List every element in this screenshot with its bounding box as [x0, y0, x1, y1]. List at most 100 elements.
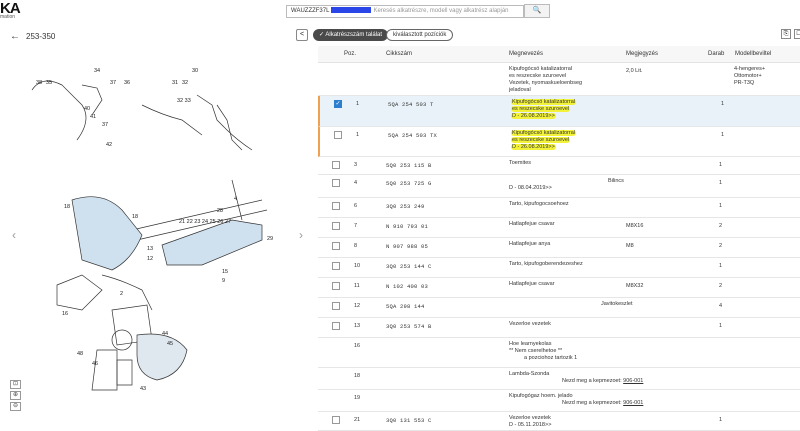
row-name-line: Javitokeszlet — [601, 301, 633, 307]
table-row[interactable]: 8 N 907 988 05 Hatlapfejue anya M8 2 — [318, 238, 800, 258]
row-checkbox[interactable] — [332, 262, 340, 270]
row-checkbox[interactable] — [332, 179, 340, 187]
row-pos: 10 — [354, 263, 361, 269]
row-note: 2,0 Lit. — [626, 68, 643, 74]
numbers-found-button[interactable]: ✓ Alkatrészszám találat — [313, 29, 389, 41]
row-pos: 11 — [354, 283, 360, 289]
row-checkbox[interactable] — [332, 416, 340, 424]
header-note: Megjegyzés — [626, 51, 659, 57]
row-pos: 4 — [354, 180, 358, 186]
callout-18: 18 — [64, 204, 70, 210]
row-qty: 1 — [721, 101, 725, 107]
table-row[interactable]: 7 N 910 793 01 Hatlapfejue csavar M8X16 2 — [318, 218, 800, 238]
zoom-out-icon[interactable]: ⊖ — [10, 402, 21, 411]
callout-9: 9 — [222, 278, 225, 284]
prev-arrow-icon[interactable]: ‹ — [12, 228, 16, 242]
row-checkbox[interactable] — [332, 282, 340, 290]
callout-45: 45 — [167, 341, 173, 347]
table-row[interactable]: 10 3Q0 253 144 C Tarto, kipufogoberendezes… — [318, 258, 800, 278]
zoom-in-icon[interactable]: ⊕ — [10, 391, 21, 400]
row-name-line: Tarto, kipufogocsoehoez — [509, 201, 569, 207]
row-qty: 1 — [719, 417, 723, 423]
diagram-link[interactable]: 906-001 — [623, 378, 643, 384]
table-row[interactable]: 19 Kipufogógaz hoem. jelado Nezd meg a kep… — [318, 390, 800, 412]
back-link[interactable]: ← 253-350 — [10, 31, 55, 42]
selected-positions-button[interactable]: kiválasztott pozíciók — [386, 29, 454, 41]
callout-4: 4 — [234, 196, 237, 202]
row-checkbox[interactable] — [332, 322, 340, 330]
row-name-line: Vezerloe vezetek — [509, 415, 551, 421]
row-name-line: Kipufogócsö katalizatorral — [511, 130, 576, 136]
callout-13: 13 — [147, 246, 153, 252]
row-code: 3Q0 253 574 B — [386, 323, 432, 330]
table-row[interactable]: Kipufogócsö katalizatorral es reszecske s… — [318, 63, 800, 96]
row-code: N 907 988 05 — [386, 243, 429, 250]
zoom-fit-icon[interactable]: ⊡ — [10, 380, 21, 389]
row-name-line: Nezd meg a kepmezoet: 906-001 — [562, 378, 644, 384]
row-name-line: D - 08.04.2019>> — [509, 185, 552, 191]
search-button[interactable]: 🔍 — [524, 4, 550, 18]
row-note: M8X16 — [626, 223, 644, 229]
row-checkbox[interactable] — [332, 222, 340, 230]
copy-icon[interactable]: ⎘ — [781, 29, 791, 39]
zoom-tools: ⊡ ⊕ ⊖ — [10, 380, 21, 413]
table-row[interactable]: ✓ 1 5QA 254 503 T Kipufogócsö katalizatorra… — [318, 96, 800, 127]
search-input[interactable]: WAUZZZF37L Keresés alkatrészre, modell va… — [286, 5, 524, 18]
callout-37: 37 — [110, 80, 116, 86]
callout-42: 42 — [106, 142, 112, 148]
table-row[interactable]: 12 5QA 298 144 Javitokeszlet 4 — [318, 298, 800, 318]
row-checkbox[interactable] — [334, 131, 342, 139]
row-name-line: D - 26.08.2019>> — [511, 113, 556, 119]
row-model-line: Ottomotor+ — [734, 73, 762, 79]
callout-46: 46 — [92, 361, 98, 367]
table-row[interactable]: 13 3Q0 253 574 B Vezerloe vezetek 1 — [318, 318, 800, 338]
row-checkbox[interactable] — [332, 161, 340, 169]
row-name-line: Lambda-Szonda — [509, 371, 550, 377]
next-arrow-icon[interactable]: › — [299, 228, 303, 242]
window-icon[interactable]: ☐ — [794, 29, 800, 39]
row-name-line: Toemites — [509, 160, 532, 166]
row-pos: 12 — [354, 303, 361, 309]
redaction-mask — [331, 7, 372, 14]
row-pos: 19 — [354, 395, 361, 401]
row-pos: 8 — [354, 243, 358, 249]
table-row[interactable]: 21 3Q0 131 553 C Vezerloe vezetek D - 05.11… — [318, 412, 800, 431]
row-pos: 18 — [354, 373, 361, 379]
row-code: 3Q0 253 144 C — [386, 263, 432, 270]
row-checkbox[interactable] — [332, 242, 340, 250]
table-row[interactable]: 18 Lambda-Szonda Nezd meg a kepmezoet: 906… — [318, 368, 800, 390]
row-name-line: Bilincs — [608, 178, 624, 184]
row-qty: 2 — [719, 243, 723, 249]
row-checkbox[interactable] — [332, 302, 340, 310]
callout-15: 15 — [222, 269, 228, 275]
row-qty: 1 — [719, 263, 723, 269]
row-qty: 1 — [719, 180, 723, 186]
callout-12: 12 — [147, 256, 153, 262]
top-bar: KA mation WAUZZZF37L Keresés alkatrészre,… — [0, 0, 800, 22]
table-row[interactable]: 11 N 102 400 03 Hatlapfejue csavar M8X32 2 — [318, 278, 800, 298]
table-row[interactable]: 3 5Q0 253 115 B Toemites 1 — [318, 157, 800, 175]
header-qty: Darab — [708, 51, 725, 57]
row-name-line: Hoe learnyekolas — [509, 341, 552, 347]
callout-34: 34 — [94, 68, 100, 74]
row-code: 5QA 254 503 TX — [388, 132, 438, 139]
share-button[interactable]: < — [296, 29, 308, 41]
row-name-line: Vezerloe vezetek — [509, 321, 551, 327]
diagram-link[interactable]: 906-001 — [623, 400, 643, 406]
row-name-line: ** Nem cserelhetoe ** — [509, 348, 563, 354]
callout-18b: 18 — [132, 214, 138, 220]
row-qty: 1 — [719, 203, 723, 209]
callout-2: 2 — [120, 291, 123, 297]
table-row[interactable]: 16 Hoe learnyekolas ** Nem cserelhetoe ** a… — [318, 338, 800, 368]
row-code: N 102 400 03 — [386, 283, 429, 290]
row-qty: 4 — [719, 303, 723, 309]
callout-31: 31 — [172, 80, 178, 86]
table-row[interactable]: 4 5Q0 253 725 G Bilincs D - 08.04.2019>> 1 — [318, 175, 800, 198]
row-name-line: Kipufogócsö katalizatorral — [511, 99, 576, 105]
row-name-line: Hatlapfejue csavar — [509, 281, 555, 287]
row-checkbox[interactable] — [332, 202, 340, 210]
row-checkbox[interactable]: ✓ — [334, 100, 342, 108]
callout-40: 40 — [84, 106, 90, 112]
table-row[interactable]: 1 5QA 254 503 TX Kipufogócsö katalizatorra… — [318, 127, 800, 157]
table-row[interactable]: 6 3Q0 253 249 Tarto, kipufogocsoehoez 1 — [318, 198, 800, 218]
